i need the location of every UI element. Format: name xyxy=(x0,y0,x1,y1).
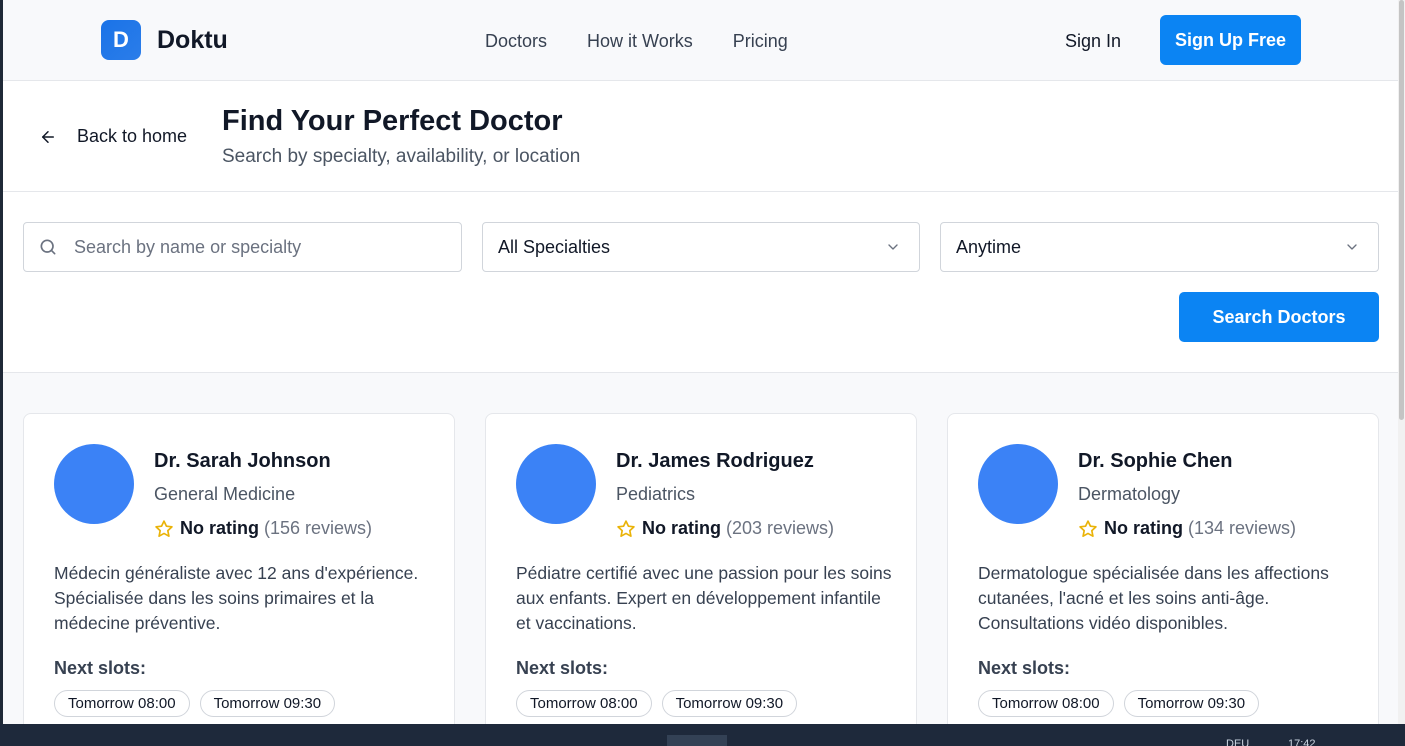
avatar xyxy=(978,444,1058,524)
scrollbar-thumb[interactable] xyxy=(1399,0,1404,420)
slot-list: Tomorrow 08:00 Tomorrow 09:30 xyxy=(54,690,336,717)
star-outline-icon xyxy=(155,519,173,537)
back-to-home-button[interactable]: Back to home xyxy=(39,126,187,147)
doctor-rating: No rating (203 reviews) xyxy=(616,518,834,539)
brand-name[interactable]: Doktu xyxy=(157,26,228,55)
doctor-name[interactable]: Dr. Sophie Chen xyxy=(1078,450,1232,473)
nav-how-it-works[interactable]: How it Works xyxy=(587,31,693,52)
next-slots-label: Next slots: xyxy=(978,658,1071,678)
nav-doctors[interactable]: Doctors xyxy=(485,31,547,52)
time-slot-button[interactable]: Tomorrow 08:00 xyxy=(54,690,190,717)
specialty-select-value: All Specialties xyxy=(498,236,611,257)
star-outline-icon xyxy=(617,519,635,537)
chevron-down-icon xyxy=(1347,244,1357,250)
rating-label: No rating xyxy=(180,518,259,538)
page-subtitle: Search by specialty, availability, or lo… xyxy=(222,146,581,167)
rating-label: No rating xyxy=(1104,518,1183,538)
star-outline-icon xyxy=(1079,519,1097,537)
doctor-bio: Dermatologue spécialisée dans les affect… xyxy=(978,563,1329,633)
doctor-bio: Médecin généraliste avec 12 ans d'expéri… xyxy=(54,563,419,633)
back-label: Back to home xyxy=(77,126,188,146)
doctor-specialty: Dermatology xyxy=(1078,484,1181,504)
time-slot-button[interactable]: Tomorrow 09:30 xyxy=(661,690,798,717)
review-count: (134 reviews) xyxy=(1188,518,1297,538)
doctor-rating: No rating (156 reviews) xyxy=(154,518,372,539)
sign-in-link[interactable]: Sign In xyxy=(1065,31,1121,52)
doctor-rating: No rating (134 reviews) xyxy=(1078,518,1296,539)
search-doctors-button[interactable]: Search Doctors xyxy=(1179,292,1379,342)
main-nav: Doctors How it Works Pricing xyxy=(485,31,788,52)
specialty-select[interactable]: All Specialties xyxy=(482,222,920,272)
doctor-bio: Pédiatre certifié avec une passion pour … xyxy=(516,563,892,633)
time-slot-button[interactable]: Tomorrow 08:00 xyxy=(516,690,652,717)
chevron-down-icon xyxy=(888,244,898,250)
browser-viewport: D Doktu Doctors How it Works Pricing Sig… xyxy=(0,0,1405,724)
availability-select[interactable]: Anytime xyxy=(940,222,1379,272)
slot-list: Tomorrow 08:00 Tomorrow 09:30 xyxy=(516,690,798,717)
avatar xyxy=(516,444,596,524)
doctor-card[interactable]: Dr. Sarah Johnson General Medicine No ra… xyxy=(23,413,455,724)
search-icon xyxy=(40,239,56,255)
doctor-card[interactable]: Dr. Sophie Chen Dermatology No rating (1… xyxy=(947,413,1379,724)
search-panel: All Specialties Anytime Search Doctors xyxy=(3,192,1401,373)
time-slot-button[interactable]: Tomorrow 09:30 xyxy=(199,690,336,717)
review-count: (203 reviews) xyxy=(726,518,835,538)
search-input[interactable] xyxy=(74,236,434,258)
doctor-card[interactable]: Dr. James Rodriguez Pediatrics No rating… xyxy=(485,413,917,724)
avatar xyxy=(54,444,134,524)
time-slot-button[interactable]: Tomorrow 08:00 xyxy=(978,690,1114,717)
sign-up-button[interactable]: Sign Up Free xyxy=(1160,15,1301,65)
availability-select-value: Anytime xyxy=(956,236,1022,257)
site-header: D Doktu Doctors How it Works Pricing Sig… xyxy=(3,0,1401,81)
taskbar-active-app[interactable] xyxy=(667,735,727,746)
search-field xyxy=(23,222,462,272)
page-title: Find Your Perfect Doctor xyxy=(222,105,563,137)
slot-list: Tomorrow 08:00 Tomorrow 09:30 xyxy=(978,690,1260,717)
doctor-specialty: General Medicine xyxy=(154,484,296,504)
arrow-left-icon xyxy=(42,130,54,143)
review-count: (156 reviews) xyxy=(264,518,373,538)
page-title-section: Back to home Find Your Perfect Doctor Se… xyxy=(3,81,1401,192)
rating-label: No rating xyxy=(642,518,721,538)
taskbar-language[interactable]: DEU xyxy=(1226,738,1249,746)
logo-mark[interactable]: D xyxy=(101,20,141,60)
next-slots-label: Next slots: xyxy=(54,658,147,678)
doctor-name[interactable]: Dr. James Rodriguez xyxy=(616,450,814,473)
doctor-name[interactable]: Dr. Sarah Johnson xyxy=(154,450,331,473)
next-slots-label: Next slots: xyxy=(516,658,609,678)
scrollbar[interactable] xyxy=(1398,0,1405,724)
taskbar-clock[interactable]: 17:42 xyxy=(1288,738,1316,746)
nav-pricing[interactable]: Pricing xyxy=(733,31,788,52)
doctor-specialty: Pediatrics xyxy=(616,484,696,504)
time-slot-button[interactable]: Tomorrow 09:30 xyxy=(1123,690,1260,717)
